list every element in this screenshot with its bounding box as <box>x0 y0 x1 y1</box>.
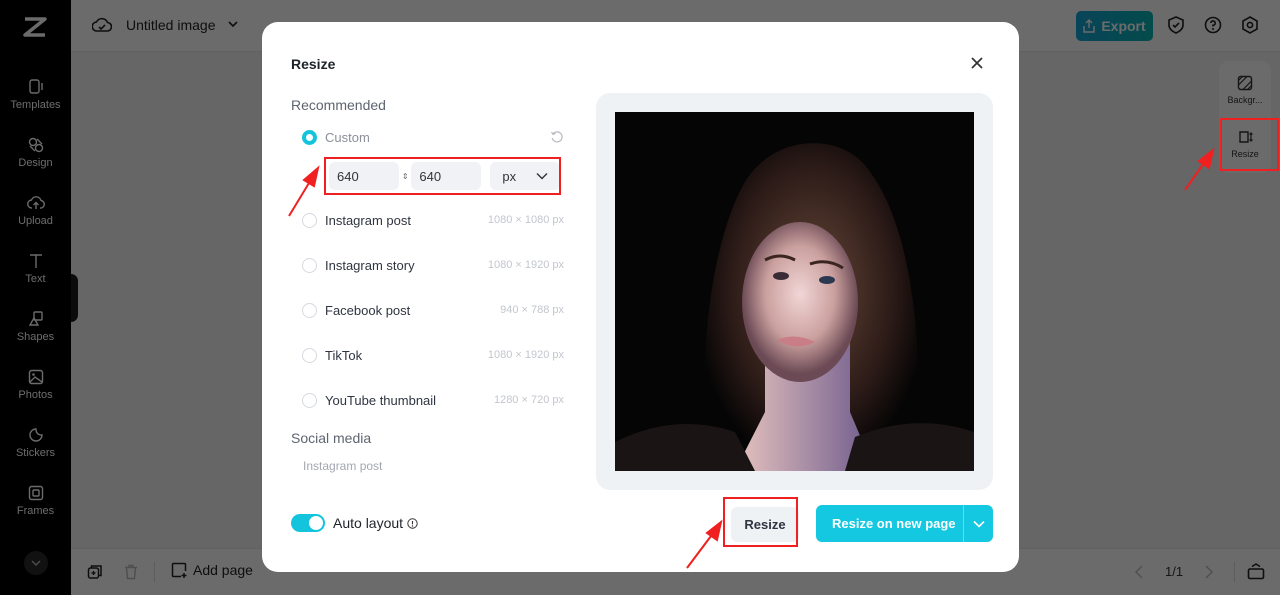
option-preset[interactable]: Instagram post 1080 × 1080 px <box>302 209 564 231</box>
radio-preset[interactable] <box>302 257 317 273</box>
recommended-heading: Recommended <box>291 97 386 113</box>
option-label: Instagram post <box>325 212 411 228</box>
portrait-photo <box>615 112 974 471</box>
auto-layout-label-group: Auto layout <box>333 515 418 531</box>
option-label: TikTok <box>325 347 363 363</box>
option-preset[interactable]: Facebook post 940 × 788 px <box>302 299 564 321</box>
option-custom[interactable]: Custom <box>302 126 564 148</box>
social-media-item[interactable]: Instagram post <box>303 459 382 473</box>
option-preset[interactable]: YouTube thumbnail 1280 × 720 px <box>302 389 564 411</box>
option-size: 1080 × 1920 px <box>487 349 564 361</box>
resize-on-new-page-button[interactable]: Resize on new page <box>816 505 993 542</box>
option-label: Instagram story <box>325 257 415 273</box>
radio-preset[interactable] <box>302 392 317 408</box>
preview-image <box>615 112 974 471</box>
option-size: 1080 × 1920 px <box>487 259 564 271</box>
option-size: 1080 × 1080 px <box>487 214 564 226</box>
radio-preset[interactable] <box>302 212 317 228</box>
resize-dialog: Resize Recommended Custom ⇕ px Instagram… <box>262 22 1019 572</box>
option-preset[interactable]: Instagram story 1080 × 1920 px <box>302 254 564 276</box>
resize-options-dropdown[interactable] <box>963 505 993 542</box>
annotation-highlight-resize-button <box>723 497 798 547</box>
option-preset[interactable]: TikTok 1080 × 1920 px <box>302 344 564 366</box>
option-size: 940 × 788 px <box>500 304 564 316</box>
radio-preset[interactable] <box>302 302 317 318</box>
option-size: 1280 × 720 px <box>493 394 564 406</box>
dialog-title: Resize <box>291 56 336 72</box>
close-icon[interactable] <box>969 55 985 71</box>
radio-preset[interactable] <box>302 347 317 363</box>
social-media-heading: Social media <box>291 430 372 446</box>
radio-custom[interactable] <box>302 129 317 145</box>
preview-panel <box>596 93 993 490</box>
reset-icon[interactable] <box>550 130 564 144</box>
resize-on-new-page-label: Resize on new page <box>832 516 956 531</box>
toggle-knob <box>309 516 323 530</box>
app-root: Templates Design Upload Text Shapes Phot… <box>0 0 1280 595</box>
info-icon[interactable] <box>407 517 418 529</box>
auto-layout-label: Auto layout <box>333 515 404 531</box>
chevron-down-icon <box>972 520 985 528</box>
annotation-highlight-size-fields <box>324 157 561 195</box>
auto-layout-toggle[interactable] <box>291 514 325 532</box>
option-label: YouTube thumbnail <box>325 392 437 408</box>
option-label: Custom <box>325 129 370 145</box>
option-label: Facebook post <box>325 302 411 318</box>
annotation-highlight-resize-panel <box>1220 118 1279 171</box>
